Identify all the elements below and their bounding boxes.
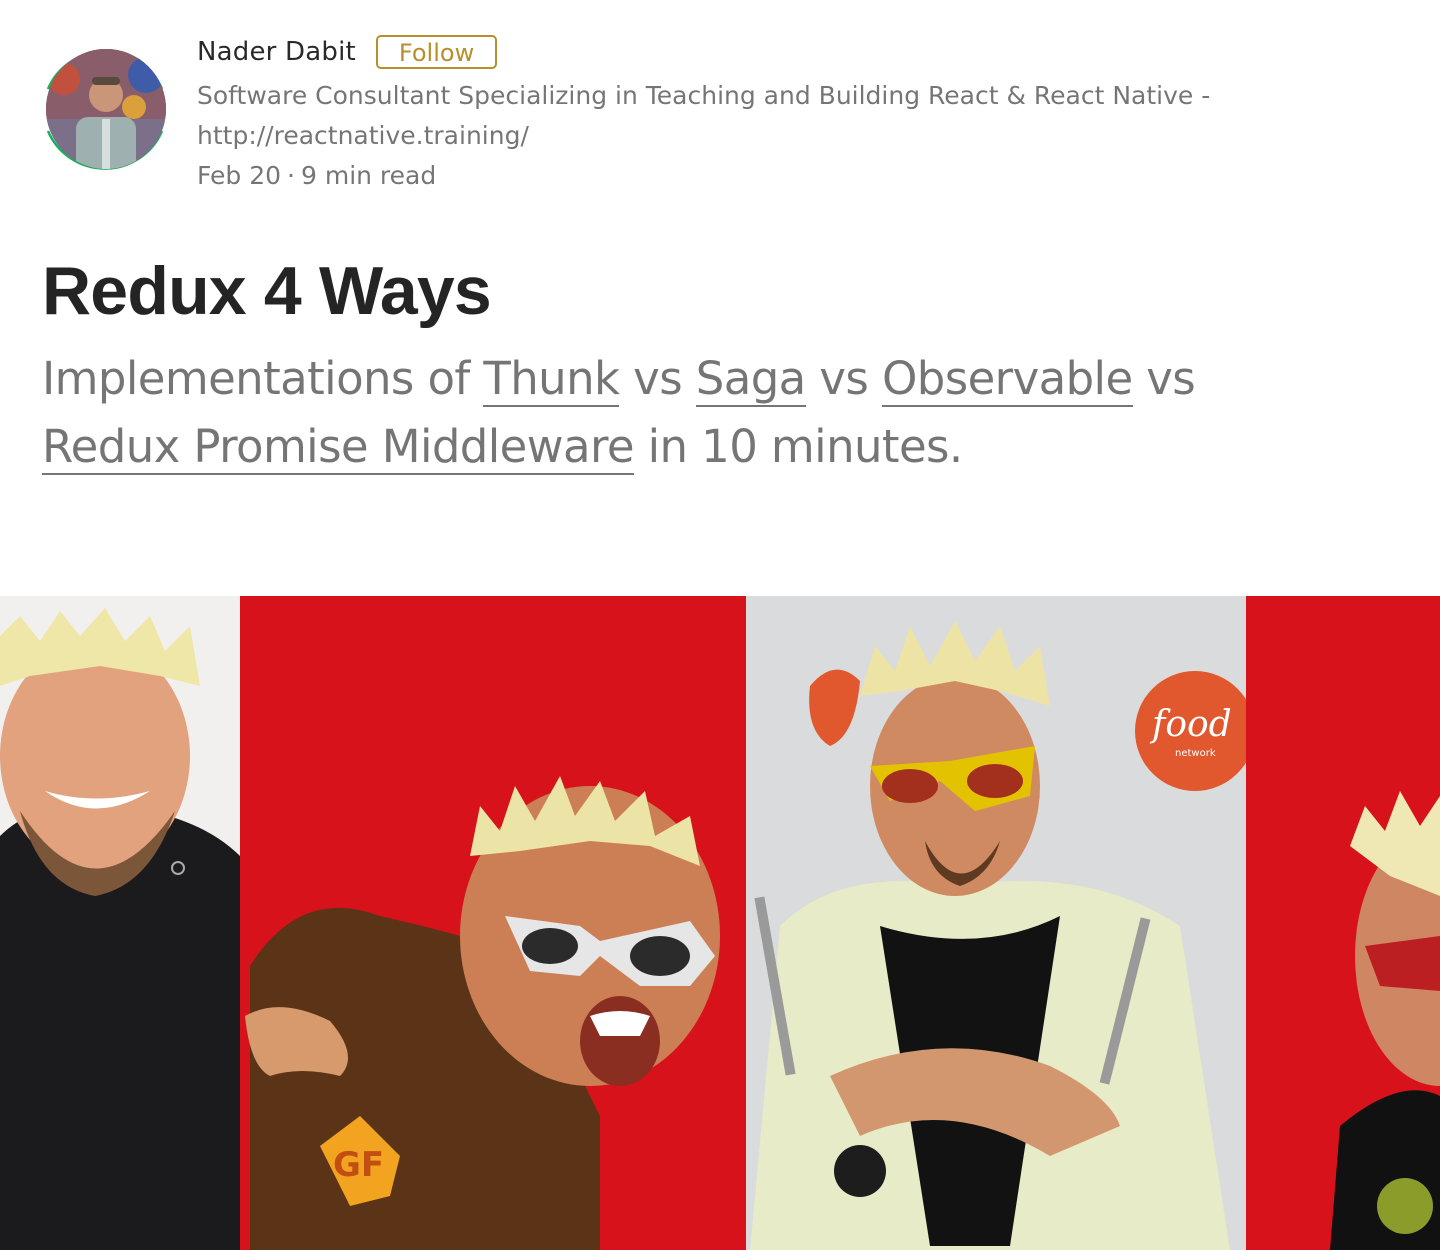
subtitle-vs-1: vs bbox=[619, 352, 696, 405]
subtitle-prefix: Implementations of bbox=[42, 352, 484, 405]
link-saga[interactable]: Saga bbox=[695, 352, 806, 407]
author-name[interactable]: Nader Dabit bbox=[197, 37, 356, 67]
post-date[interactable]: Feb 20 bbox=[197, 161, 281, 190]
author-name-row: Nader Dabit Follow bbox=[197, 35, 1397, 69]
article-title: Redux 4 Ways bbox=[42, 253, 492, 329]
hero-image: GF food network bbox=[0, 596, 1440, 1250]
subtitle-suffix: in 10 minutes. bbox=[633, 420, 964, 473]
follow-button[interactable]: Follow bbox=[375, 35, 498, 69]
hero-badge-text: GF bbox=[333, 1145, 384, 1185]
author-bio-link[interactable]: http://reactnative.training/ bbox=[197, 116, 1397, 156]
food-logo-subtext: network bbox=[1175, 748, 1216, 759]
link-thunk[interactable]: Thunk bbox=[483, 352, 620, 407]
article-subtitle: Implementations of Thunk vs Saga vs Obse… bbox=[42, 345, 1342, 481]
link-redux-promise-middleware[interactable]: Redux Promise Middleware bbox=[42, 420, 635, 475]
subtitle-vs-3: vs bbox=[1132, 352, 1196, 405]
post-meta: Feb 20 · 9 min read bbox=[197, 156, 1397, 196]
hero-collage: GF food network bbox=[0, 596, 1440, 1250]
read-time: 9 min read bbox=[300, 161, 437, 190]
subtitle-vs-2: vs bbox=[805, 352, 882, 405]
author-avatar[interactable] bbox=[40, 36, 172, 180]
author-block: Nader Dabit Follow Software Consultant S… bbox=[40, 35, 1420, 196]
author-bio: Software Consultant Specializing in Teac… bbox=[197, 76, 1397, 156]
author-bio-line-1: Software Consultant Specializing in Teac… bbox=[197, 81, 1211, 110]
avatar bbox=[46, 49, 166, 169]
meta-separator: · bbox=[287, 161, 295, 190]
food-logo-text: food bbox=[1149, 704, 1232, 745]
link-observable[interactable]: Observable bbox=[881, 352, 1133, 407]
author-info: Nader Dabit Follow Software Consultant S… bbox=[197, 35, 1397, 196]
